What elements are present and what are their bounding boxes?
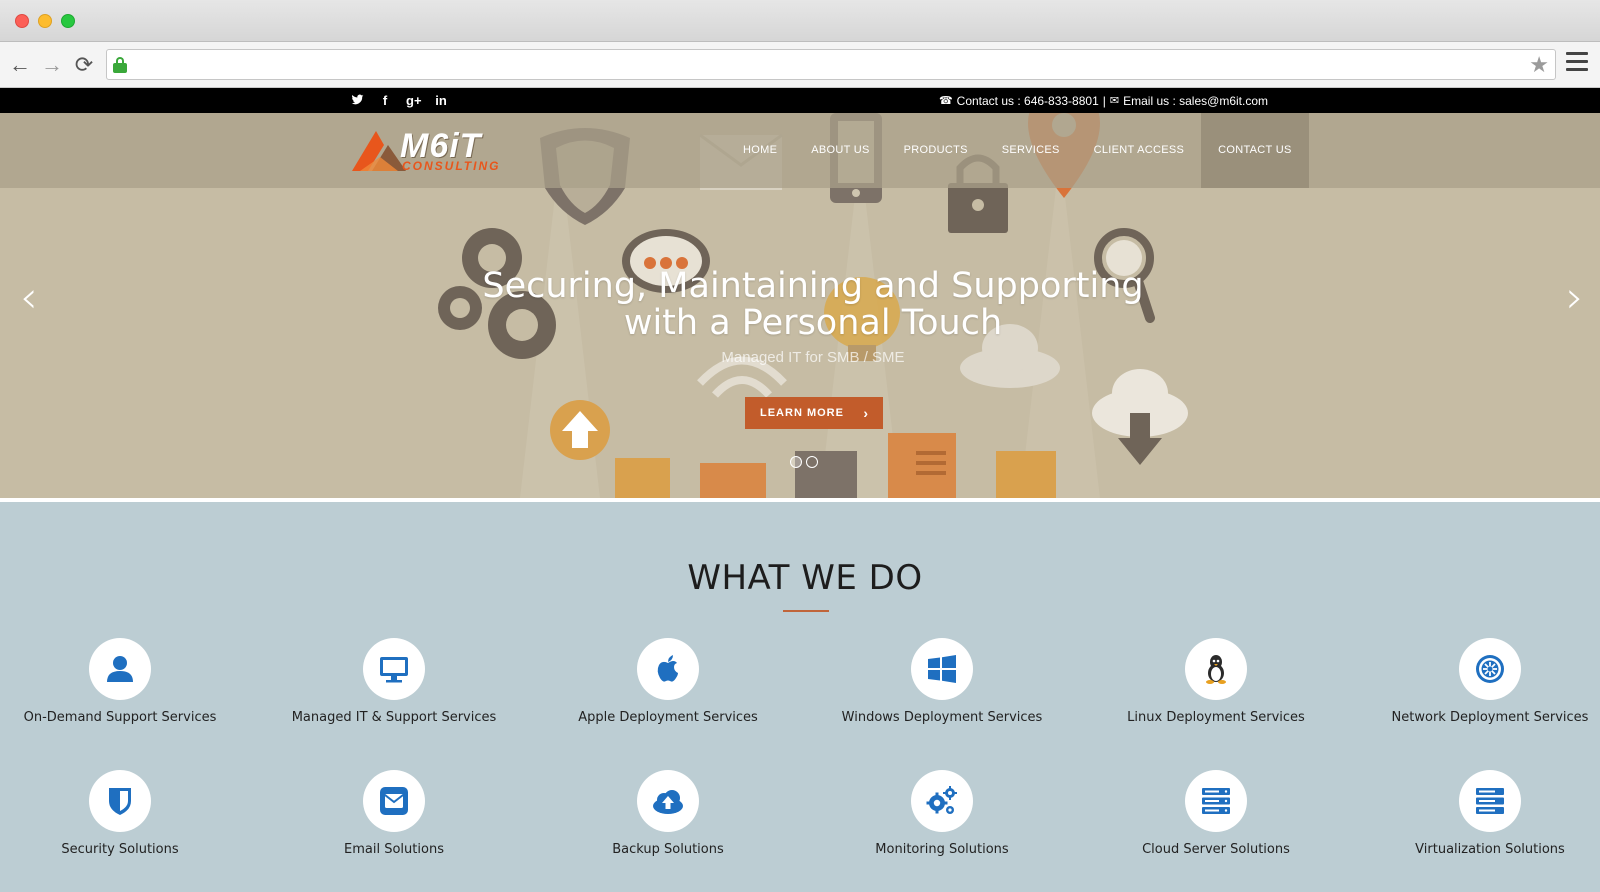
service-label: Backup Solutions: [612, 842, 724, 857]
service-label: Monitoring Solutions: [875, 842, 1009, 857]
slider-next-arrow-icon[interactable]: ›: [1566, 276, 1584, 320]
reload-icon[interactable]: ⟳: [70, 51, 98, 79]
hero-title-line-2: with a Personal Touch: [623, 303, 1003, 343]
social-links: f g+ in: [350, 93, 448, 110]
service-label: Security Solutions: [61, 842, 179, 857]
nav-services[interactable]: SERVICES: [985, 113, 1077, 188]
windows-icon: [928, 655, 956, 683]
logo-subtext: CONSULTING: [402, 159, 501, 173]
service-item-network[interactable]: Network Deployment Services: [1370, 638, 1600, 725]
chevron-right-icon: ›: [863, 405, 869, 421]
forward-arrow-icon[interactable]: →: [38, 51, 66, 79]
hero-title-line-1: Securing, Maintaining and Supporting: [482, 266, 1144, 306]
nav-contact-us[interactable]: CONTACT US: [1201, 113, 1309, 188]
slider-prev-arrow-icon[interactable]: ‹: [20, 276, 38, 320]
service-item-cloud-server[interactable]: Cloud Server Solutions: [1096, 770, 1336, 857]
email-icon: [380, 787, 408, 815]
service-item-apple[interactable]: Apple Deployment Services: [548, 638, 788, 725]
phone-icon: ☎: [938, 95, 953, 107]
shield-icon: [109, 788, 131, 815]
server-stack-icon: [1476, 788, 1504, 814]
site-logo[interactable]: M6iT CONSULTING: [350, 127, 525, 175]
service-label: Windows Deployment Services: [841, 710, 1043, 725]
title-underline: [783, 610, 829, 612]
nav-client-access[interactable]: CLIENT ACCESS: [1077, 113, 1202, 188]
browser-titlebar: [0, 0, 1600, 42]
section-title: WHAT WE DO: [687, 558, 923, 598]
slider-dot-2[interactable]: [806, 456, 818, 468]
twitter-icon[interactable]: [350, 93, 364, 110]
hero-subtitle: Managed IT for SMB / SME: [721, 349, 905, 366]
hero-title: Securing, Maintaining and Supporting wit…: [400, 268, 1226, 342]
service-label: Managed IT & Support Services: [291, 710, 497, 725]
service-item-managed-it[interactable]: Managed IT & Support Services: [274, 638, 514, 725]
nav-about-us[interactable]: ABOUT US: [794, 113, 886, 188]
site-header: M6iT CONSULTING HOME ABOUT US PRODUCTS S…: [0, 113, 1600, 188]
cloud-upload-icon: [653, 790, 683, 814]
nav-home[interactable]: HOME: [726, 113, 794, 188]
server-icon: [1202, 788, 1230, 814]
linkedin-icon[interactable]: in: [434, 93, 448, 110]
address-bar[interactable]: ★: [106, 49, 1556, 80]
lock-icon: [113, 57, 127, 73]
slider-dot-1[interactable]: [790, 456, 802, 468]
contact-phone-text[interactable]: Contact us : 646-833-8801: [957, 93, 1099, 109]
contact-email-text[interactable]: Email us : sales@m6it.com: [1123, 93, 1268, 109]
service-item-windows[interactable]: Windows Deployment Services: [822, 638, 1062, 725]
contact-separator: |: [1102, 94, 1106, 108]
service-label: Network Deployment Services: [1391, 710, 1589, 725]
service-item-linux[interactable]: Linux Deployment Services: [1096, 638, 1336, 725]
service-label: Linux Deployment Services: [1127, 710, 1305, 725]
browser-toolbar: ← → ⟳ ★: [0, 42, 1600, 88]
slider-pagination: [790, 456, 818, 468]
maximize-window-button[interactable]: [61, 14, 75, 28]
minimize-window-button[interactable]: [38, 14, 52, 28]
service-label: On-Demand Support Services: [23, 710, 217, 725]
service-label: Email Solutions: [344, 842, 444, 857]
linux-icon: [1206, 655, 1226, 684]
nav-products[interactable]: PRODUCTS: [887, 113, 985, 188]
service-item-backup[interactable]: Backup Solutions: [548, 770, 788, 857]
top-info-bar: f g+ in ☎ Contact us : 646-833-8801 | ✉ …: [0, 88, 1600, 113]
service-item-security[interactable]: Security Solutions: [0, 770, 240, 857]
service-item-monitoring[interactable]: Monitoring Solutions: [822, 770, 1062, 857]
service-item-email[interactable]: Email Solutions: [274, 770, 514, 857]
what-we-do-section: WHAT WE DO On-Demand Support Services Ma…: [0, 502, 1600, 892]
apple-icon: [657, 655, 678, 682]
contact-info: ☎ Contact us : 646-833-8801 | ✉ Email us…: [939, 93, 1268, 109]
google-plus-icon[interactable]: g+: [406, 93, 422, 110]
learn-more-button[interactable]: LEARN MORE ›: [745, 397, 883, 429]
back-arrow-icon[interactable]: ←: [6, 51, 34, 79]
envelope-icon: ✉: [1109, 95, 1120, 107]
hero-slider: M6iT CONSULTING HOME ABOUT US PRODUCTS S…: [0, 113, 1600, 498]
learn-more-label: LEARN MORE: [760, 407, 844, 419]
service-label: Apple Deployment Services: [578, 710, 758, 725]
bookmark-star-icon[interactable]: ★: [1529, 53, 1549, 77]
network-icon: [1476, 655, 1504, 683]
service-label: Cloud Server Solutions: [1142, 842, 1290, 857]
monitor-icon: [380, 657, 408, 683]
gears-icon: [926, 786, 957, 814]
service-item-on-demand[interactable]: On-Demand Support Services: [0, 638, 240, 725]
main-navigation: HOME ABOUT US PRODUCTS SERVICES CLIENT A…: [726, 113, 1309, 188]
facebook-icon[interactable]: f: [378, 93, 392, 110]
website: f g+ in ☎ Contact us : 646-833-8801 | ✉ …: [0, 88, 1600, 892]
service-item-virtualization[interactable]: Virtualization Solutions: [1370, 770, 1600, 857]
service-label: Virtualization Solutions: [1415, 842, 1565, 857]
hamburger-menu-icon[interactable]: [1566, 52, 1588, 76]
close-window-button[interactable]: [15, 14, 29, 28]
user-icon: [107, 656, 133, 682]
